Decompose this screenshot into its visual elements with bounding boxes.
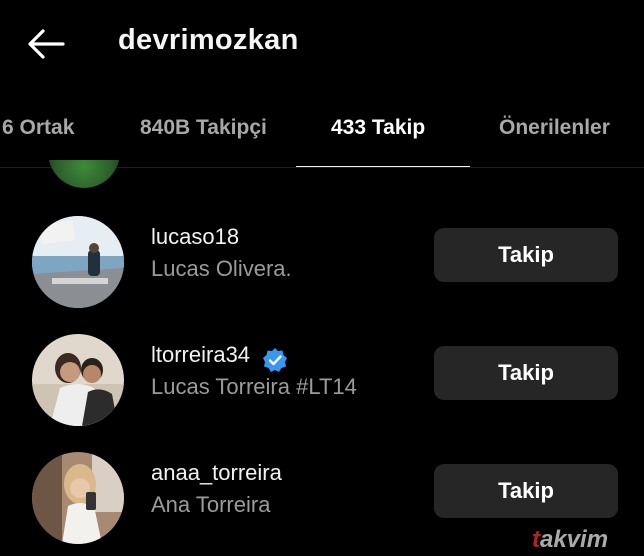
watermark-logo: takvim: [532, 526, 609, 553]
tab-followers[interactable]: 840B Takipçi: [140, 116, 267, 140]
profile-username: devrimozkan: [118, 24, 299, 56]
follow-button[interactable]: Takip: [434, 464, 618, 518]
follow-button[interactable]: Takip: [434, 228, 618, 282]
tab-following[interactable]: 433 Takip: [331, 116, 425, 140]
tab-bar: 6 Ortak 840B Takipçi 433 Takip Önerilenl…: [0, 96, 644, 168]
avatar[interactable]: [32, 216, 124, 308]
top-bar: devrimozkan: [0, 0, 644, 86]
verified-badge-icon: [263, 348, 287, 372]
list-item-username[interactable]: anaa_torreira: [151, 460, 282, 486]
list-item: lucaso18 Lucas Olivera. Takip: [0, 212, 644, 312]
back-button[interactable]: [26, 28, 66, 60]
list-item-username[interactable]: ltorreira34: [151, 342, 250, 368]
list-item-fullname: Lucas Torreira #LT14: [151, 374, 357, 399]
avatar[interactable]: [48, 160, 120, 188]
tab-mutual[interactable]: 6 Ortak: [2, 116, 74, 140]
follow-button[interactable]: Takip: [434, 346, 618, 400]
avatar[interactable]: [32, 452, 124, 544]
list-item: ltorreira34 Lucas Torreira #LT14 Takip: [0, 330, 644, 430]
tab-suggested[interactable]: Önerilenler: [499, 116, 610, 140]
list-item-username[interactable]: lucaso18: [151, 224, 239, 250]
list-item-fullname: Lucas Olivera.: [151, 256, 292, 281]
avatar[interactable]: [32, 334, 124, 426]
arrow-left-icon: [28, 29, 65, 59]
list-item-fullname: Ana Torreira: [151, 492, 271, 517]
